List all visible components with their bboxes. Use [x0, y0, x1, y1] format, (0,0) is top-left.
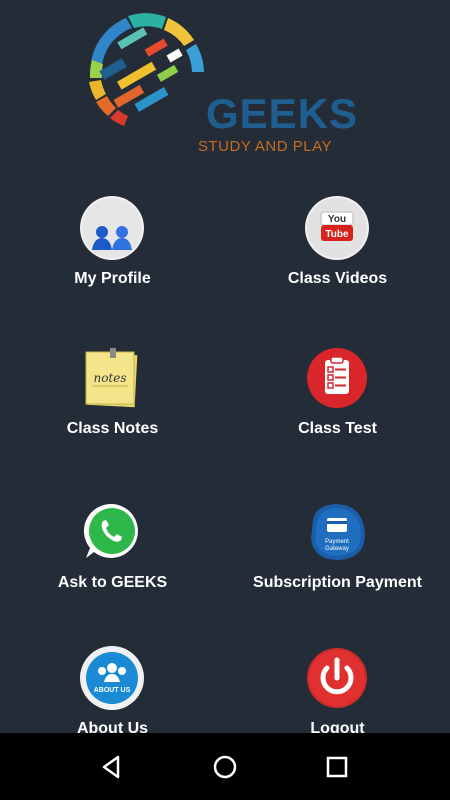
logo-wordmark: GEEKS: [206, 90, 359, 137]
menu-item-subscription-payment[interactable]: Payment Gateway Subscription Payment: [225, 500, 450, 630]
youtube-text-you: You: [328, 214, 346, 225]
menu-item-class-videos[interactable]: You Tube Class Videos: [225, 196, 450, 326]
payment-icon-text-2: Gateway: [325, 546, 349, 552]
menu-label-subscription-payment: Subscription Payment: [253, 574, 422, 591]
menu-label-ask-to-geeks: Ask to GEEKS: [57, 574, 168, 591]
menu-label-class-notes: Class Notes: [66, 420, 159, 437]
power-icon: [307, 648, 367, 708]
youtube-icon: You Tube: [305, 196, 369, 260]
menu-item-ask-to-geeks[interactable]: Ask to GEEKS: [0, 500, 225, 630]
menu-label-logout: Logout: [310, 720, 365, 733]
menu-item-logout[interactable]: Logout: [225, 646, 450, 733]
notes-icon: notes: [85, 348, 138, 408]
notes-icon-text: notes: [93, 371, 126, 385]
logo-tagline: STUDY AND PLAY: [198, 138, 332, 155]
menu-item-about-us[interactable]: ABOUT US About Us: [0, 646, 225, 733]
menu-item-class-test[interactable]: Class Test: [225, 346, 450, 476]
menu-label-class-test: Class Test: [298, 420, 377, 437]
home-icon[interactable]: [209, 751, 241, 783]
menu-item-class-notes[interactable]: notes Class Notes: [0, 346, 225, 476]
profile-icon: [80, 196, 144, 260]
about-us-icon: ABOUT US: [80, 646, 144, 710]
menu-label-my-profile: My Profile: [74, 270, 151, 287]
system-navigation-bar: [0, 733, 450, 800]
menu-label-class-videos: Class Videos: [287, 270, 388, 287]
payment-icon-text-1: Payment: [325, 539, 349, 545]
clipboard-icon: [307, 348, 367, 408]
whatsapp-icon: [83, 503, 138, 558]
app-screen: GEEKS STUDY AND PLAY My Profile You Tube…: [0, 0, 450, 733]
menu-label-about-us: About Us: [76, 720, 149, 733]
about-icon-text: ABOUT US: [94, 687, 131, 694]
geeks-logo: GEEKS STUDY AND PLAY: [86, 10, 359, 160]
recents-icon[interactable]: [321, 751, 353, 783]
payment-gateway-icon: Payment Gateway: [311, 504, 365, 560]
menu-item-my-profile[interactable]: My Profile: [0, 196, 225, 326]
youtube-text-tube: Tube: [325, 229, 349, 240]
back-icon[interactable]: [96, 751, 128, 783]
